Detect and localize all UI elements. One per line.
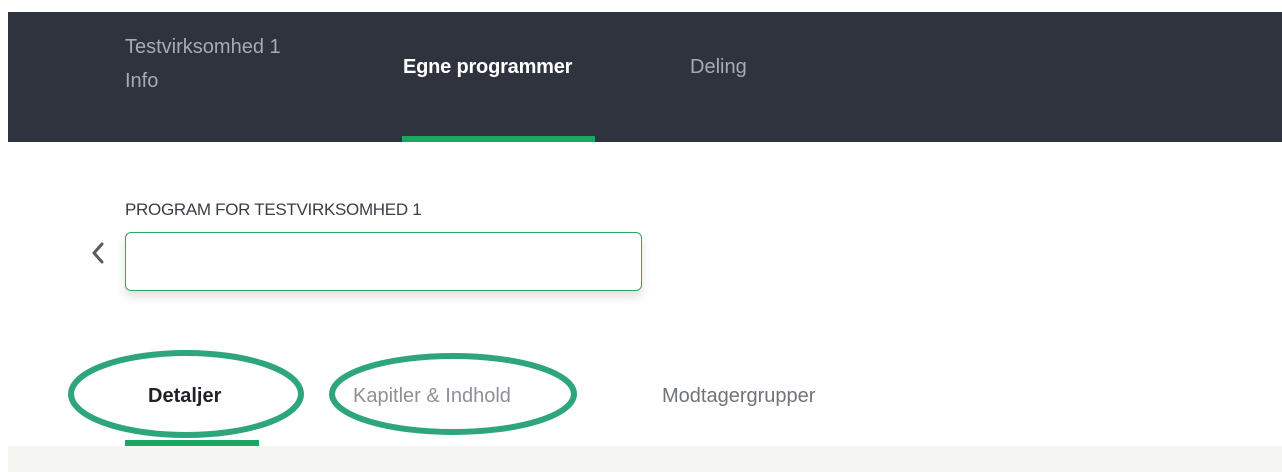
- tab-chapters-content[interactable]: Kapitler & Indhold: [353, 382, 511, 410]
- nav-tab-company-info[interactable]: Testvirksomhed 1 Info: [125, 30, 345, 98]
- nav-tab-company-name: Testvirksomhed 1: [125, 36, 281, 58]
- page: Testvirksomhed 1 Info Egne programmer De…: [0, 0, 1282, 472]
- top-navigation-bar: Testvirksomhed 1 Info Egne programmer De…: [8, 12, 1282, 142]
- nav-tab-own-programs[interactable]: Egne programmer: [403, 50, 572, 84]
- nav-active-indicator: [402, 136, 595, 142]
- content-area: [8, 446, 1282, 472]
- chevron-left-icon[interactable]: [87, 240, 109, 266]
- program-name-input[interactable]: [125, 232, 642, 291]
- tab-details[interactable]: Detaljer: [148, 382, 221, 410]
- program-title: PROGRAM FOR TESTVIRKSOMHED 1: [125, 200, 422, 219]
- nav-tab-info-label: Info: [125, 70, 159, 92]
- tab-recipient-groups[interactable]: Modtagergrupper: [662, 382, 815, 410]
- nav-tab-sharing[interactable]: Deling: [690, 50, 747, 84]
